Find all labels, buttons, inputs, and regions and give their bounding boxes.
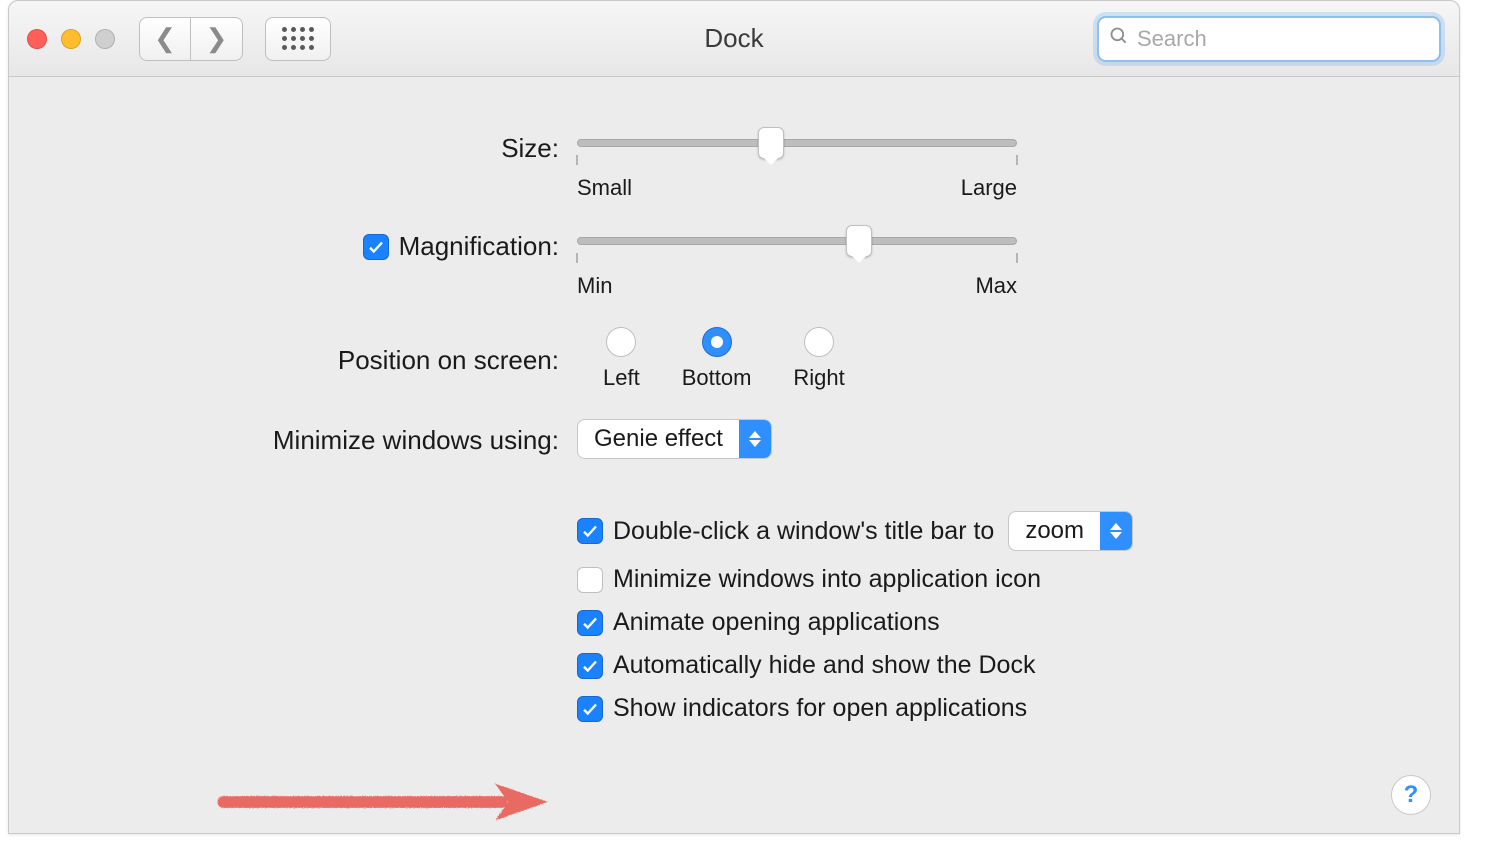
select-stepper-icon [1100, 512, 1132, 550]
position-bottom-radio[interactable] [702, 327, 732, 357]
check-icon [581, 700, 599, 718]
options-list: Double-click a window's title bar to zoo… [577, 511, 1133, 737]
options-row: Double-click a window's title bar to zoo… [9, 511, 1459, 737]
size-label: Size: [9, 131, 577, 164]
annotation-arrow-icon [185, 777, 585, 827]
window-title: Dock [704, 23, 763, 54]
magnification-slider-container: Min Max [577, 229, 1017, 299]
grid-icon [282, 27, 314, 50]
animate-opening-checkbox[interactable] [577, 610, 603, 636]
back-button[interactable]: ❮ [139, 17, 191, 61]
autohide-checkbox[interactable] [577, 653, 603, 679]
position-bottom-item: Bottom [682, 327, 752, 391]
size-slider-container: Small Large [577, 131, 1017, 201]
check-icon [581, 614, 599, 632]
check-icon [367, 238, 385, 256]
position-left-item: Left [603, 327, 640, 391]
dock-preferences-window: ❮ ❯ Dock Size: [8, 0, 1460, 834]
minimize-using-value: Genie effect [578, 420, 739, 458]
select-stepper-icon [739, 420, 771, 458]
position-row: Position on screen: Left Bottom Right [9, 327, 1459, 391]
autohide-line: Automatically hide and show the Dock [577, 651, 1133, 680]
magnification-label-group: Magnification: [9, 229, 577, 262]
search-field-container[interactable] [1097, 16, 1441, 62]
magnification-slider[interactable] [577, 229, 1017, 253]
minimize-using-select[interactable]: Genie effect [577, 419, 772, 459]
nav-buttons: ❮ ❯ [139, 17, 243, 61]
check-icon [581, 522, 599, 540]
titlebar-action-select[interactable]: zoom [1008, 511, 1133, 551]
minimize-into-icon-line: Minimize windows into application icon [577, 565, 1133, 594]
size-row: Size: Small Large [9, 131, 1459, 201]
search-input[interactable] [1137, 26, 1429, 52]
size-max-label: Large [961, 175, 1017, 201]
minimize-into-icon-label: Minimize windows into application icon [613, 565, 1041, 594]
double-click-titlebar-line: Double-click a window's title bar to zoo… [577, 511, 1133, 551]
chevron-right-icon: ❯ [206, 23, 228, 54]
content-area: Size: Small Large [9, 77, 1459, 833]
position-left-radio[interactable] [606, 327, 636, 357]
position-left-label: Left [603, 365, 640, 391]
minimize-using-label: Minimize windows using: [9, 423, 577, 456]
animate-opening-label: Animate opening applications [613, 608, 940, 637]
position-right-item: Right [793, 327, 844, 391]
size-slider[interactable] [577, 131, 1017, 155]
slider-track [577, 139, 1017, 147]
position-radio-group: Left Bottom Right [577, 327, 845, 391]
zoom-window-button [95, 29, 115, 49]
chevron-left-icon: ❮ [154, 23, 176, 54]
help-button[interactable]: ? [1391, 775, 1431, 815]
close-window-button[interactable] [27, 29, 47, 49]
minimize-using-row: Minimize windows using: Genie effect [9, 419, 1459, 459]
show-all-button[interactable] [265, 17, 331, 61]
check-icon [581, 657, 599, 675]
help-icon: ? [1404, 781, 1419, 809]
position-bottom-label: Bottom [682, 365, 752, 391]
show-indicators-checkbox[interactable] [577, 696, 603, 722]
forward-button[interactable]: ❯ [191, 17, 243, 61]
position-right-radio[interactable] [804, 327, 834, 357]
show-indicators-line: Show indicators for open applications [577, 694, 1133, 723]
magnification-row: Magnification: Min Max [9, 229, 1459, 299]
magnification-checkbox[interactable] [363, 234, 389, 260]
size-min-label: Small [577, 175, 632, 201]
magnification-min-label: Min [577, 273, 612, 299]
double-click-titlebar-checkbox[interactable] [577, 518, 603, 544]
position-label: Position on screen: [9, 343, 577, 376]
titlebar-action-value: zoom [1009, 512, 1100, 550]
minimize-into-icon-checkbox[interactable] [577, 567, 603, 593]
magnification-max-label: Max [975, 273, 1017, 299]
position-right-label: Right [793, 365, 844, 391]
autohide-label: Automatically hide and show the Dock [613, 651, 1035, 680]
animate-opening-line: Animate opening applications [577, 608, 1133, 637]
double-click-titlebar-label: Double-click a window's title bar to [613, 517, 994, 546]
show-indicators-label: Show indicators for open applications [613, 694, 1027, 723]
window-controls [27, 29, 115, 49]
toolbar: ❮ ❯ Dock [9, 1, 1459, 77]
search-icon [1109, 26, 1129, 52]
minimize-window-button[interactable] [61, 29, 81, 49]
magnification-label: Magnification: [399, 231, 559, 262]
slider-track [577, 237, 1017, 245]
minimize-using-control: Genie effect [577, 419, 772, 459]
